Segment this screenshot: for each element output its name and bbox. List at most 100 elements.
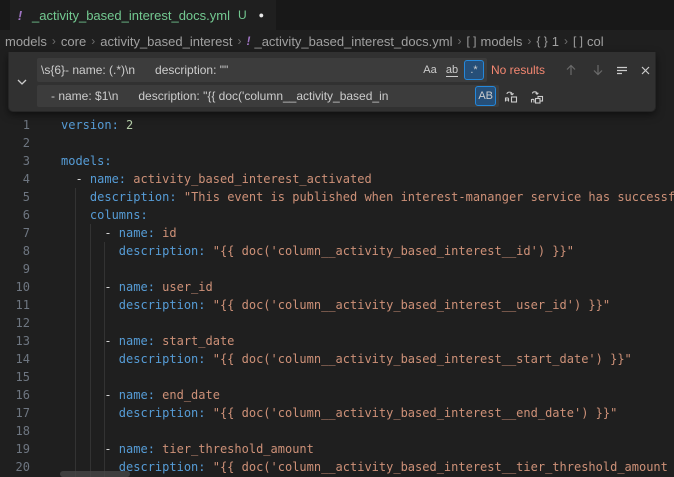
line-number: 6 (0, 206, 46, 224)
code-line[interactable]: 2 (0, 134, 674, 152)
breadcrumb-item-_activity_based_interest_docs.yml[interactable]: !_activity_based_interest_docs.yml (246, 34, 452, 49)
code-line[interactable]: 5 description: "This event is published … (0, 188, 674, 206)
regex-button[interactable]: .* (464, 60, 484, 80)
find-query-text: \s{6}- name: (.*)\n description: "" (41, 63, 228, 77)
breadcrumb-separator: › (457, 34, 461, 48)
line-content: version: 2 (46, 116, 133, 134)
breadcrumb-separator: › (564, 34, 568, 48)
previous-match-button[interactable] (561, 60, 581, 80)
tab-title: _activity_based_interest_docs.yml (32, 8, 230, 23)
code-line[interactable]: 18 (0, 422, 674, 440)
code-line[interactable]: 12 (0, 314, 674, 332)
find-results-count: No results (491, 58, 545, 82)
line-number: 2 (0, 134, 46, 152)
line-number: 12 (0, 314, 46, 332)
code-line[interactable]: 8 description: "{{ doc('column__activity… (0, 242, 674, 260)
replace-options: AB (475, 86, 496, 106)
line-content: - name: tier_threshold_amount (46, 440, 314, 458)
arrow-up-icon (564, 63, 578, 77)
line-content (46, 314, 61, 332)
find-replace-widget: \s{6}- name: (.*)\n description: "" Aa a… (8, 52, 656, 112)
line-number: 4 (0, 170, 46, 188)
breadcrumb-item-models[interactable]: models (5, 34, 47, 49)
breadcrumb-item-col[interactable]: [ ] col (573, 34, 604, 49)
line-number: 16 (0, 386, 46, 404)
breadcrumb-item-label: col (587, 34, 604, 49)
line-number: 20 (0, 458, 46, 476)
code-line[interactable]: 1version: 2 (0, 116, 674, 134)
tab-bar: ! _activity_based_interest_docs.yml U ● (0, 0, 674, 30)
line-content: columns: (46, 206, 148, 224)
code-line[interactable]: 6 columns: (0, 206, 674, 224)
breadcrumb-separator: › (527, 34, 531, 48)
line-number: 13 (0, 332, 46, 350)
match-case-button[interactable]: Aa (420, 60, 440, 80)
symbol-object-icon: { } (536, 34, 547, 48)
line-content: description: "{{ doc('column__activity_b… (46, 242, 574, 260)
line-number: 15 (0, 368, 46, 386)
code-line[interactable]: 4 - name: activity_based_interest_activa… (0, 170, 674, 188)
breadcrumb-item-label: _activity_based_interest_docs.yml (254, 34, 452, 49)
line-number: 19 (0, 440, 46, 458)
line-number: 8 (0, 242, 46, 260)
breadcrumb-item-activity_based_interest[interactable]: activity_based_interest (100, 34, 232, 49)
line-content (46, 260, 61, 278)
code-line[interactable]: 11 description: "{{ doc('column__activit… (0, 296, 674, 314)
code-line[interactable]: 13 - name: start_date (0, 332, 674, 350)
horizontal-scrollbar[interactable] (60, 471, 130, 477)
breadcrumb-item-label: 1 (552, 34, 559, 49)
yaml-file-icon: ! (14, 8, 26, 23)
code-line[interactable]: 15 (0, 368, 674, 386)
line-content: description: "{{ doc('column__activity_b… (46, 458, 668, 476)
symbol-array-icon: [ ] (573, 34, 583, 48)
replace-row: - name: $1\n description: "{{ doc('colum… (9, 85, 655, 107)
code-line[interactable]: 16 - name: end_date (0, 386, 674, 404)
find-options: Aa ab .* (420, 60, 484, 80)
find-in-selection-button[interactable] (612, 60, 632, 80)
line-number: 11 (0, 296, 46, 314)
line-content: description: "{{ doc('column__activity_b… (46, 350, 632, 368)
code-line[interactable]: 14 description: "{{ doc('column__activit… (0, 350, 674, 368)
code-line[interactable]: 10 - name: user_id (0, 278, 674, 296)
breadcrumb-item-1[interactable]: { } 1 (536, 34, 559, 49)
code-line[interactable]: 9 (0, 260, 674, 278)
arrow-down-icon (591, 63, 605, 77)
line-number: 9 (0, 260, 46, 278)
preserve-case-button[interactable]: AB (475, 86, 496, 106)
replace-all-button[interactable] (527, 86, 547, 106)
code-line[interactable]: 7 - name: id (0, 224, 674, 242)
line-content: - name: end_date (46, 386, 220, 404)
line-number: 3 (0, 152, 46, 170)
line-content: models: (46, 152, 112, 170)
breadcrumb-separator: › (237, 34, 241, 48)
find-input[interactable]: \s{6}- name: (.*)\n description: "" Aa a… (37, 58, 487, 82)
code-line[interactable]: 17 description: "{{ doc('column__activit… (0, 404, 674, 422)
breadcrumb-item-core[interactable]: core (61, 34, 86, 49)
line-number: 18 (0, 422, 46, 440)
editor-pane[interactable]: 1version: 223models:4 - name: activity_b… (0, 52, 674, 477)
whole-word-button[interactable]: ab (442, 60, 462, 80)
breadcrumb-item-label: models (5, 34, 47, 49)
replace-icon (503, 88, 519, 104)
line-number: 5 (0, 188, 46, 206)
code-line[interactable]: 3models: (0, 152, 674, 170)
line-content (46, 422, 61, 440)
replace-input[interactable]: - name: $1\n description: "{{ doc('colum… (37, 85, 499, 107)
tab-active-file[interactable]: ! _activity_based_interest_docs.yml U ● (10, 0, 276, 30)
close-button[interactable] (635, 60, 655, 80)
line-content: - name: id (46, 224, 177, 242)
line-number: 17 (0, 404, 46, 422)
breadcrumb-separator: › (91, 34, 95, 48)
line-content: description: "This event is published wh… (46, 188, 674, 206)
replace-button[interactable] (501, 86, 521, 106)
next-match-button[interactable] (588, 60, 608, 80)
modified-indicator-icon[interactable]: ● (259, 10, 264, 20)
line-content: description: "{{ doc('column__activity_b… (46, 296, 610, 314)
line-content: - name: start_date (46, 332, 234, 350)
line-content: - name: activity_based_interest_activate… (46, 170, 372, 188)
breadcrumb-item-models[interactable]: [ ]models (466, 34, 522, 49)
code-line[interactable]: 19 - name: tier_threshold_amount (0, 440, 674, 458)
breadcrumb-item-label: core (61, 34, 86, 49)
close-icon (639, 64, 652, 77)
line-content (46, 368, 61, 386)
